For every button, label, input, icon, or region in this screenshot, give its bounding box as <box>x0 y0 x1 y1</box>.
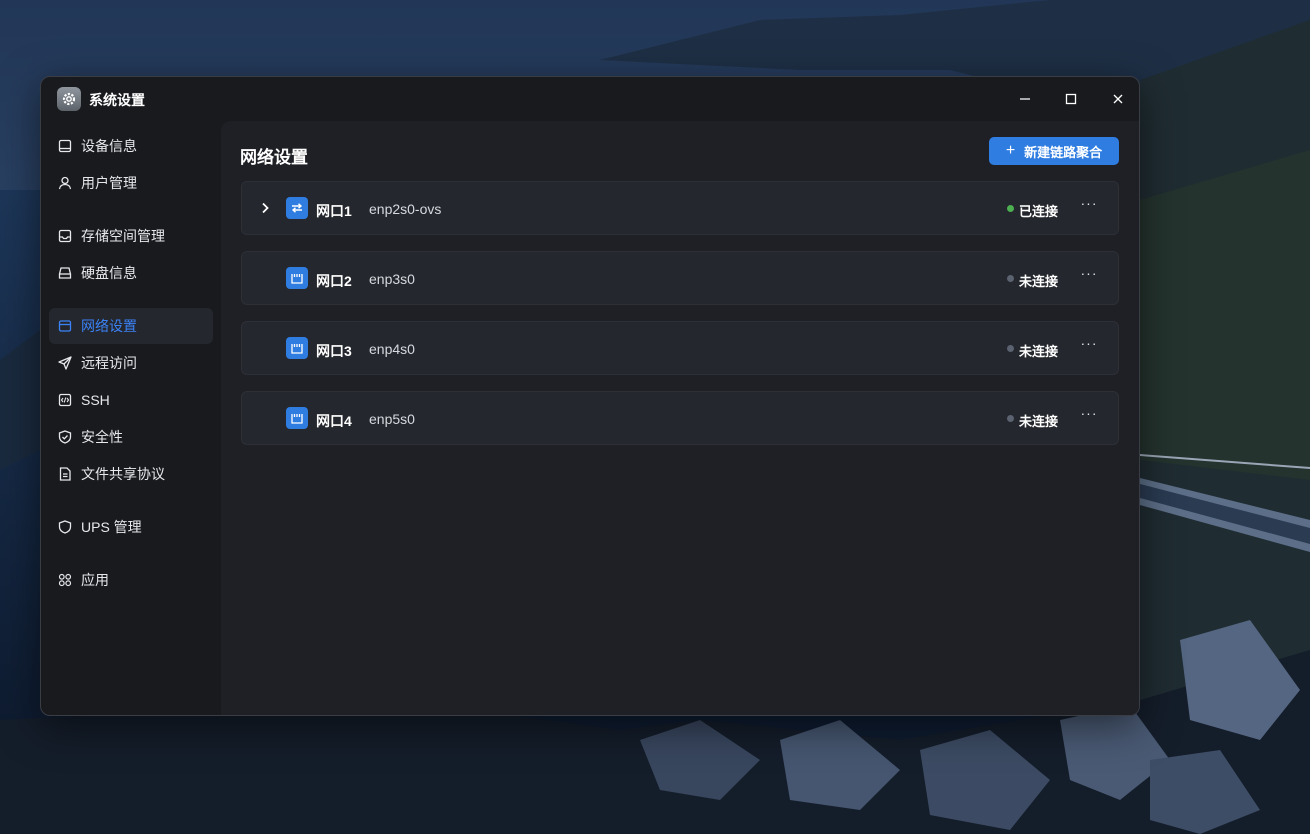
apps-grid-icon <box>58 573 72 587</box>
sidebar-item-storage[interactable]: 存储空间管理 <box>49 218 213 254</box>
close-icon <box>1113 94 1123 104</box>
maximize-icon <box>1065 93 1077 105</box>
ethernet-port-icon <box>286 337 308 359</box>
port-interface: enp2s0-ovs <box>369 201 442 217</box>
sidebar-item-ups[interactable]: UPS 管理 <box>49 509 213 545</box>
code-icon <box>58 393 72 407</box>
sidebar-item-label: 设备信息 <box>81 138 137 154</box>
sidebar-item-label: 网络设置 <box>81 318 137 334</box>
status-dot-disconnected <box>1007 275 1014 282</box>
sidebar-item-disk-info[interactable]: 硬盘信息 <box>49 255 213 291</box>
port-name: 网口1 <box>316 203 352 219</box>
more-options-button[interactable]: ··· <box>1078 194 1100 216</box>
shield-check-icon <box>58 430 72 444</box>
status-text: 未连接 <box>1018 344 1058 359</box>
port-row-4[interactable]: 网口4 enp5s0 未连接 ··· <box>241 391 1119 445</box>
sidebar-item-security[interactable]: 安全性 <box>49 419 213 455</box>
user-icon <box>58 176 72 190</box>
inbox-icon <box>58 229 72 243</box>
status-dot-disconnected <box>1007 415 1014 422</box>
sidebar-item-label: 用户管理 <box>81 175 137 191</box>
sidebar-item-label: 应用 <box>81 572 109 588</box>
sidebar-item-label: SSH <box>81 392 110 408</box>
sidebar-item-label: 硬盘信息 <box>81 265 137 281</box>
sidebar-item-ssh[interactable]: SSH <box>49 382 213 418</box>
port-interface: enp5s0 <box>369 411 415 427</box>
port-name: 网口3 <box>316 343 352 359</box>
port-interface: enp4s0 <box>369 341 415 357</box>
window-title: 系统设置 <box>89 92 145 108</box>
status-dot-connected <box>1007 205 1014 212</box>
document-icon <box>58 467 72 481</box>
port-interface: enp3s0 <box>369 271 415 287</box>
port-name: 网口4 <box>316 413 352 429</box>
ethernet-port-icon <box>286 267 308 289</box>
status-dot-disconnected <box>1007 345 1014 352</box>
monitor-icon <box>58 139 72 153</box>
sidebar-item-remote-access[interactable]: 远程访问 <box>49 345 213 381</box>
port-row-3[interactable]: 网口3 enp4s0 未连接 ··· <box>241 321 1119 375</box>
port-row-1[interactable]: 网口1 enp2s0-ovs 已连接 ··· <box>241 181 1119 235</box>
status-text: 未连接 <box>1018 414 1058 429</box>
network-window-icon <box>58 319 72 333</box>
page-title: 网络设置 <box>240 148 308 167</box>
sidebar-item-apps[interactable]: 应用 <box>49 562 213 598</box>
sidebar-item-label: 文件共享协议 <box>81 466 165 482</box>
maximize-button[interactable] <box>1059 87 1083 111</box>
network-settings-panel: 网络设置 + 新建链路聚合 网口1 enp2s0-ovs 已连接 ··· 网口2 <box>221 121 1139 715</box>
sidebar-item-network[interactable]: 网络设置 <box>49 308 213 344</box>
new-link-aggregation-button[interactable]: + 新建链路聚合 <box>989 137 1119 165</box>
more-options-button[interactable]: ··· <box>1078 404 1100 426</box>
disk-icon <box>58 266 72 280</box>
more-options-button[interactable]: ··· <box>1078 334 1100 356</box>
system-settings-window: 系统设置 设备信息 用户管理 存储空间管理 硬盘信息 网络设置 远程访问 SSH… <box>40 76 1140 716</box>
shield-icon <box>58 520 72 534</box>
minimize-icon <box>1020 98 1030 100</box>
sidebar-item-file-sharing[interactable]: 文件共享协议 <box>49 456 213 492</box>
chevron-right-icon[interactable] <box>258 201 272 215</box>
sidebar-item-label: 远程访问 <box>81 355 137 371</box>
sidebar-item-device-info[interactable]: 设备信息 <box>49 128 213 164</box>
send-icon <box>58 356 72 370</box>
ethernet-port-icon <box>286 407 308 429</box>
more-options-button[interactable]: ··· <box>1078 264 1100 286</box>
sidebar-item-label: UPS 管理 <box>81 519 142 535</box>
plus-icon: + <box>1005 142 1016 159</box>
minimize-button[interactable] <box>1013 87 1037 111</box>
new-link-aggregation-label: 新建链路聚合 <box>1024 144 1103 160</box>
sidebar: 设备信息 用户管理 存储空间管理 硬盘信息 网络设置 远程访问 SSH 安全性 <box>41 121 221 715</box>
bridge-icon <box>286 197 308 219</box>
status-text: 未连接 <box>1018 274 1058 289</box>
sidebar-item-label: 存储空间管理 <box>81 228 165 244</box>
port-row-2[interactable]: 网口2 enp3s0 未连接 ··· <box>241 251 1119 305</box>
status-text: 已连接 <box>1018 204 1058 219</box>
close-button[interactable] <box>1106 87 1130 111</box>
sidebar-item-label: 安全性 <box>81 429 123 445</box>
sidebar-item-user-management[interactable]: 用户管理 <box>49 165 213 201</box>
title-bar[interactable]: 系统设置 <box>41 77 1139 121</box>
gear-icon <box>57 87 81 111</box>
port-name: 网口2 <box>316 273 352 289</box>
